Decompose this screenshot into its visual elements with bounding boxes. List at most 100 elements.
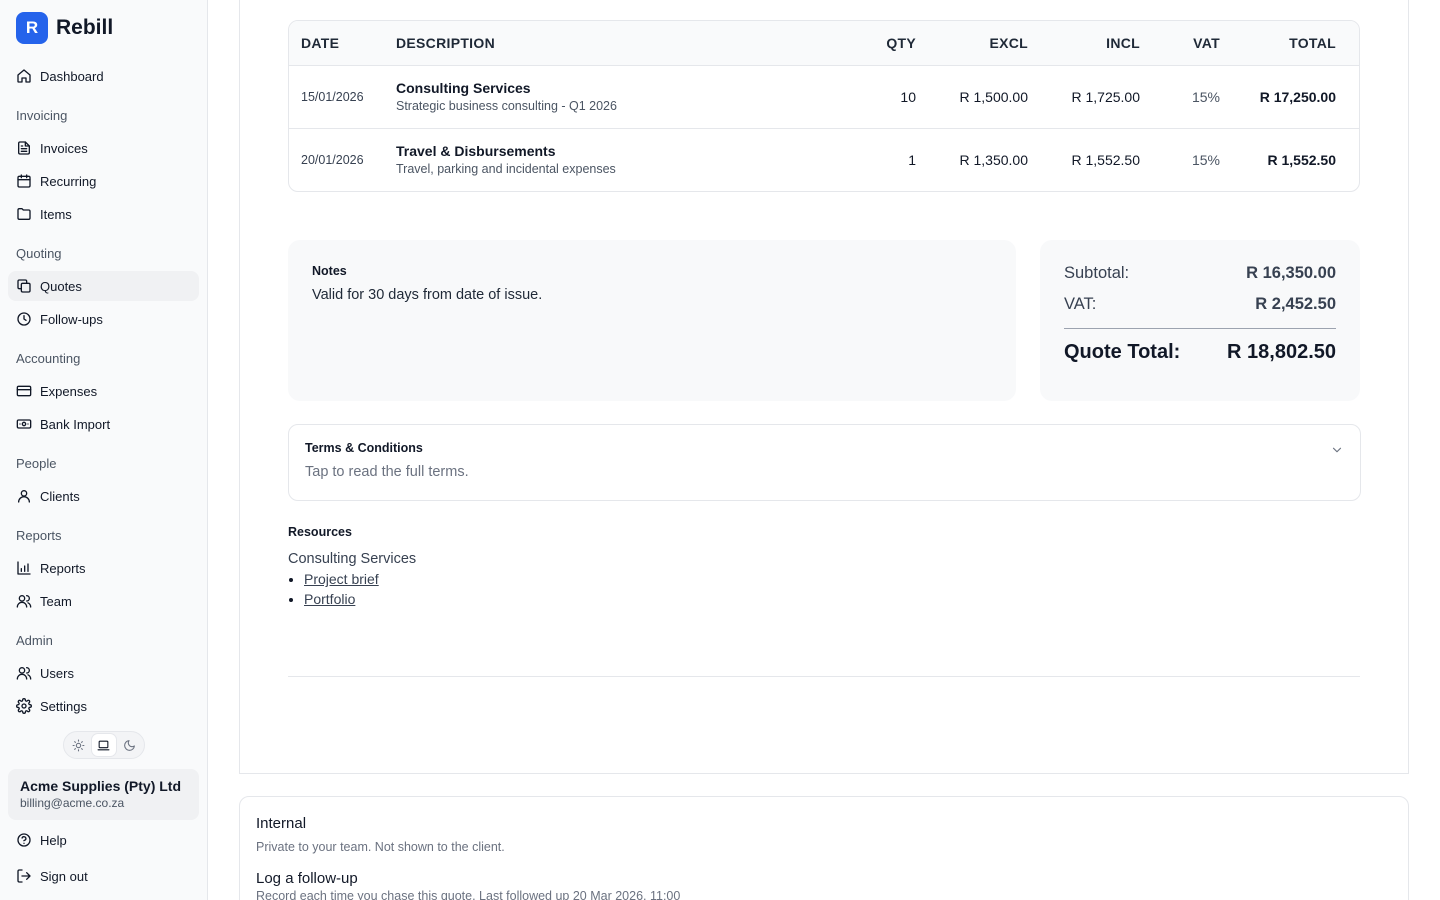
- sidebar-item-expenses[interactable]: Expenses: [8, 376, 199, 406]
- terms-subtitle: Tap to read the full terms.: [305, 464, 469, 480]
- theme-light-button[interactable]: [67, 734, 91, 756]
- brand-logo: R: [16, 12, 48, 44]
- resource-link-portfolio[interactable]: Portfolio: [304, 591, 355, 607]
- nav-section-accounting: Accounting: [16, 351, 81, 366]
- sidebar-item-users[interactable]: Users: [8, 658, 199, 688]
- sidebar-item-label: Bank Import: [40, 416, 111, 432]
- followup-title: Log a follow-up: [256, 870, 358, 887]
- internal-title: Internal: [256, 815, 307, 832]
- nav-section-admin: Admin: [16, 633, 53, 648]
- vat-label: VAT:: [1064, 295, 1097, 313]
- chevron-down-icon: [1332, 447, 1342, 453]
- header-vat: VAT: [1193, 35, 1220, 51]
- sidebar-item-sign-out[interactable]: Sign out: [8, 861, 199, 891]
- sidebar-item-bank-import[interactable]: Bank Import: [8, 409, 199, 439]
- nav-section-people: People: [16, 456, 57, 471]
- subtotal-label: Subtotal:: [1064, 264, 1130, 282]
- notes-card: Notes Valid for 30 days from date of iss…: [288, 240, 1016, 401]
- subtotal-amount: R 16,350.00: [1246, 264, 1336, 282]
- sidebar-item-recurring[interactable]: Recurring: [8, 166, 199, 196]
- theme-dark-button[interactable]: [117, 734, 141, 756]
- list-item: Portfolio: [304, 589, 416, 609]
- laptop-icon: [98, 740, 110, 750]
- theme-toggle: [63, 731, 145, 759]
- account-card[interactable]: Acme Supplies (Pty) Ltd billing@acme.co.…: [8, 769, 199, 820]
- quote-total-label: Quote Total:: [1064, 341, 1181, 363]
- bar-chart-icon: [17, 561, 31, 575]
- sidebar-item-settings[interactable]: Settings: [8, 691, 199, 721]
- header-qty: QTY: [886, 35, 916, 51]
- quote-total-row: Quote Total: R 18,802.50: [1064, 341, 1336, 364]
- subtotal-row: Subtotal: R 16,350.00: [1064, 264, 1336, 283]
- quote-panel: DATE DESCRIPTION QTY EXCL INCL VAT TOTAL…: [239, 0, 1409, 774]
- home-icon: [17, 69, 31, 83]
- sidebar-item-label: Settings: [40, 698, 87, 714]
- credit-card-icon: [16, 385, 32, 397]
- clock-icon: [17, 312, 31, 326]
- header-excl: EXCL: [989, 35, 1028, 51]
- sidebar-item-label: Sign out: [40, 868, 88, 884]
- moon-icon: [123, 739, 135, 751]
- sidebar-item-label: Help: [40, 832, 67, 848]
- sidebar-item-dashboard[interactable]: Dashboard: [8, 61, 199, 91]
- brand[interactable]: R Rebill: [16, 12, 113, 44]
- vat-row: VAT: R 2,452.50: [1064, 295, 1336, 314]
- notes-title: Notes: [312, 264, 347, 278]
- nav-section-reports: Reports: [16, 528, 62, 543]
- header-date: DATE: [301, 35, 340, 51]
- internal-panel: Internal Private to your team. Not shown…: [239, 796, 1409, 900]
- brand-name: Rebill: [56, 16, 114, 39]
- nav-section-quoting: Quoting: [16, 246, 62, 261]
- row-incl: R 1,552.50: [1071, 152, 1141, 168]
- resources-list: Project brief Portfolio: [288, 569, 416, 609]
- sidebar-item-help[interactable]: Help: [8, 825, 199, 855]
- calendar-icon: [17, 174, 31, 188]
- sidebar-item-label: Clients: [40, 488, 80, 504]
- sidebar-item-label: Recurring: [40, 173, 97, 189]
- row-date: 20/01/2026: [301, 153, 364, 167]
- sidebar-item-label: Reports: [40, 560, 86, 576]
- row-date: 15/01/2026: [301, 90, 364, 104]
- internal-subtitle: Private to your team. Not shown to the c…: [256, 840, 505, 854]
- vat-amount: R 2,452.50: [1255, 295, 1336, 313]
- sidebar-item-team[interactable]: Team: [8, 586, 199, 616]
- quote-total-amount: R 18,802.50: [1227, 341, 1336, 363]
- table-header: DATE DESCRIPTION QTY EXCL INCL VAT TOTAL: [289, 21, 1359, 65]
- folder-icon: [17, 208, 31, 220]
- sidebar-item-quotes[interactable]: Quotes: [8, 271, 199, 301]
- sidebar-item-label: Items: [40, 206, 72, 222]
- item-detail: Strategic business consulting - Q1 2026: [396, 99, 617, 113]
- terms-title: Terms & Conditions: [305, 441, 423, 455]
- followup-subtitle: Record each time you chase this quote. L…: [256, 889, 681, 900]
- nav-section-invoicing: Invoicing: [16, 108, 68, 123]
- item-name: Consulting Services: [396, 80, 531, 96]
- sidebar-item-label: Users: [40, 665, 74, 681]
- sidebar-item-clients[interactable]: Clients: [8, 481, 199, 511]
- totals-card: Subtotal: R 16,350.00 VAT: R 2,452.50 Qu…: [1040, 240, 1360, 401]
- header-total: TOTAL: [1289, 35, 1336, 51]
- users-icon: [16, 595, 32, 608]
- sidebar-item-reports[interactable]: Reports: [8, 553, 199, 583]
- sidebar-item-followups[interactable]: Follow-ups: [8, 304, 199, 334]
- totals-divider: [1064, 328, 1336, 329]
- copy-icon: [17, 279, 31, 293]
- header-description: DESCRIPTION: [396, 35, 495, 51]
- row-excl: R 1,500.00: [959, 89, 1029, 105]
- sidebar-item-invoices[interactable]: Invoices: [8, 133, 199, 163]
- sidebar-item-items[interactable]: Items: [8, 199, 199, 229]
- row-qty: 10: [900, 89, 916, 105]
- resources-section: Resources Consulting Services Project br…: [288, 525, 416, 609]
- resources-title: Resources: [288, 525, 352, 539]
- resource-link-project-brief[interactable]: Project brief: [304, 571, 379, 587]
- theme-system-button[interactable]: [91, 734, 116, 756]
- terms-accordion[interactable]: Terms & Conditions Tap to read the full …: [288, 424, 1361, 501]
- divider: [288, 676, 1360, 677]
- row-qty: 1: [908, 152, 916, 168]
- sidebar: R Rebill Dashboard Invoicing Invoices Re…: [0, 0, 208, 900]
- table-row: 15/01/2026 Consulting Services Strategic…: [289, 65, 1359, 128]
- row-total: R 17,250.00: [1259, 89, 1336, 105]
- row-excl: R 1,350.00: [959, 152, 1029, 168]
- row-description: Consulting Services Strategic business c…: [384, 79, 828, 115]
- gear-icon: [16, 698, 32, 714]
- file-text-icon: [18, 141, 30, 155]
